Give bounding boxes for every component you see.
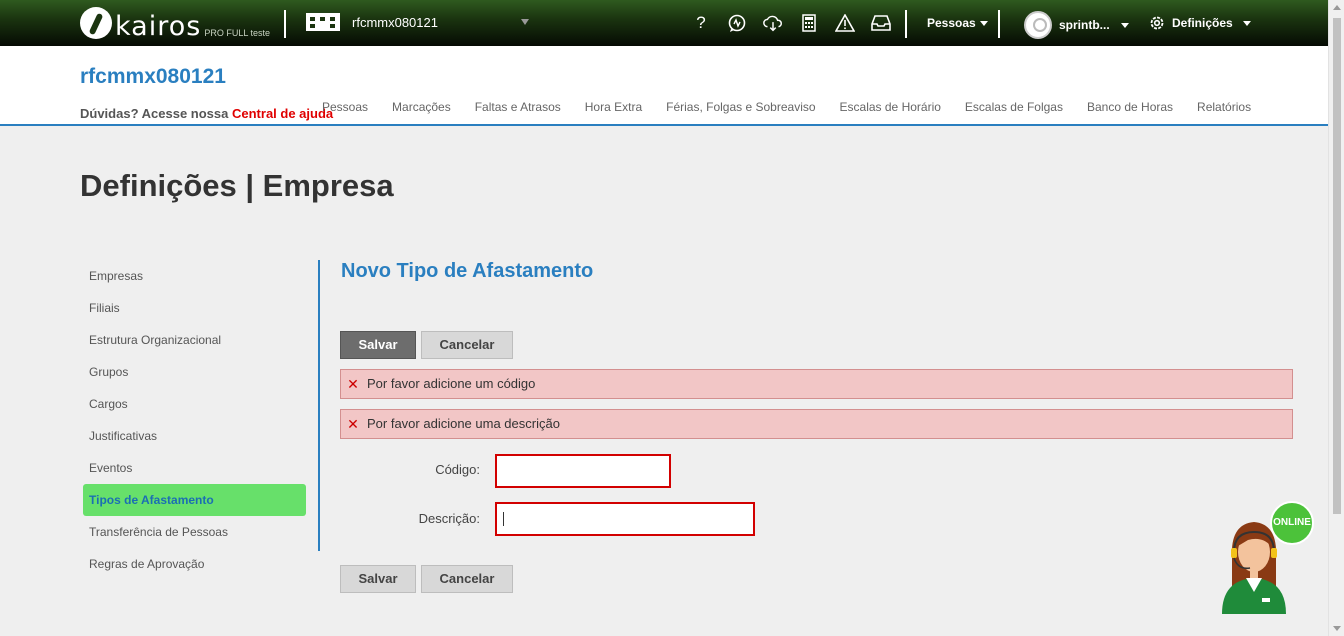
error-alert-codigo: ✕ Por favor adicione um código bbox=[340, 369, 1293, 399]
definicoes-menu[interactable]: Definições bbox=[1148, 14, 1251, 32]
company-selector[interactable]: rfcmmx080121 bbox=[306, 13, 438, 31]
scrollbar-thumb[interactable] bbox=[1333, 18, 1341, 514]
divider bbox=[998, 10, 1000, 38]
error-x-icon: ✕ bbox=[347, 376, 359, 392]
form-title: Novo Tipo de Afastamento bbox=[341, 260, 594, 282]
chevron-down-icon bbox=[1120, 22, 1129, 28]
chevron-down-icon bbox=[979, 21, 988, 27]
save-button-bottom[interactable]: Salvar bbox=[340, 565, 416, 593]
top-icon-bar: ? bbox=[690, 12, 892, 34]
gear-icon bbox=[1150, 16, 1164, 30]
help-center-link[interactable]: Central de ajuda bbox=[232, 106, 333, 121]
sidebar-item-filiais[interactable]: Filiais bbox=[83, 292, 306, 324]
warning-icon[interactable] bbox=[834, 12, 856, 34]
pessoas-menu[interactable]: Pessoas bbox=[927, 16, 988, 30]
company-dropdown-caret-icon[interactable] bbox=[521, 19, 529, 25]
sidebar-item-empresas[interactable]: Empresas bbox=[83, 260, 306, 292]
sidebar: Empresas Filiais Estrutura Organizaciona… bbox=[83, 260, 306, 580]
online-badge[interactable]: ONLINE bbox=[1270, 501, 1314, 545]
logo-text: kairos bbox=[115, 11, 202, 42]
nav-item-faltas-atrasos[interactable]: Faltas e Atrasos bbox=[475, 100, 561, 114]
sidebar-item-justificativas[interactable]: Justificativas bbox=[83, 420, 306, 452]
nav-item-marcacoes[interactable]: Marcações bbox=[392, 100, 451, 114]
pessoas-menu-label: Pessoas bbox=[927, 16, 976, 30]
user-menu[interactable]: sprintb... bbox=[1024, 11, 1129, 39]
kairos-logo-mark-icon bbox=[80, 7, 112, 39]
text-cursor bbox=[503, 512, 504, 526]
top-bar: kairos PRO FULL teste rfcmmx080121 ? Pes… bbox=[0, 0, 1328, 46]
nav-item-ferias-folgas[interactable]: Férias, Folgas e Sobreaviso bbox=[666, 100, 815, 114]
sidebar-item-regras-aprovacao[interactable]: Regras de Aprovação bbox=[83, 548, 306, 580]
sidebar-item-tipos-afastamento[interactable]: Tipos de Afastamento bbox=[83, 484, 306, 516]
descricao-label: Descrição: bbox=[418, 511, 480, 526]
codigo-field[interactable] bbox=[495, 454, 671, 488]
nav-item-banco-horas[interactable]: Banco de Horas bbox=[1087, 100, 1173, 114]
codigo-label: Código: bbox=[435, 462, 480, 477]
company-building-icon bbox=[306, 13, 340, 31]
page-title: Definições | Empresa bbox=[80, 168, 394, 203]
save-button-top[interactable]: Salvar bbox=[340, 331, 416, 359]
divider bbox=[905, 10, 907, 38]
logo-subtitle: PRO FULL teste bbox=[204, 28, 271, 38]
cloud-download-icon[interactable] bbox=[762, 12, 784, 34]
nav-item-escalas-folgas[interactable]: Escalas de Folgas bbox=[965, 100, 1063, 114]
scroll-down-arrow-icon[interactable] bbox=[1333, 626, 1341, 631]
error-x-icon: ✕ bbox=[347, 416, 359, 432]
sidebar-divider bbox=[318, 260, 320, 551]
sidebar-item-grupos[interactable]: Grupos bbox=[83, 356, 306, 388]
error-message: Por favor adicione uma descrição bbox=[367, 416, 560, 431]
descricao-field[interactable] bbox=[495, 502, 755, 536]
company-selector-label: rfcmmx080121 bbox=[352, 14, 438, 30]
scroll-up-arrow-icon[interactable] bbox=[1333, 5, 1341, 10]
nav-item-hora-extra[interactable]: Hora Extra bbox=[585, 100, 642, 114]
sub-header: rfcmmx080121 Dúvidas? Acesse nossa Centr… bbox=[0, 46, 1328, 126]
inbox-icon[interactable] bbox=[870, 12, 892, 34]
avatar bbox=[1024, 11, 1052, 39]
company-title: rfcmmx080121 bbox=[80, 65, 226, 88]
main-nav: Pessoas Marcações Faltas e Atrasos Hora … bbox=[322, 100, 1275, 114]
calculator-icon[interactable] bbox=[798, 12, 820, 34]
cancel-button-bottom[interactable]: Cancelar bbox=[421, 565, 513, 593]
sidebar-item-estrutura-organizacional[interactable]: Estrutura Organizacional bbox=[83, 324, 306, 356]
definicoes-menu-label: Definições bbox=[1172, 16, 1233, 30]
cancel-button-top[interactable]: Cancelar bbox=[421, 331, 513, 359]
kairos-logo[interactable]: kairos PRO FULL teste bbox=[80, 4, 270, 42]
help-icon[interactable]: ? bbox=[690, 12, 712, 34]
nav-item-pessoas[interactable]: Pessoas bbox=[322, 100, 368, 114]
nav-item-relatorios[interactable]: Relatórios bbox=[1197, 100, 1251, 114]
chat-icon[interactable] bbox=[726, 12, 748, 34]
sidebar-item-eventos[interactable]: Eventos bbox=[83, 452, 306, 484]
error-message: Por favor adicione um código bbox=[367, 376, 536, 391]
sidebar-item-cargos[interactable]: Cargos bbox=[83, 388, 306, 420]
help-prefix: Dúvidas? Acesse nossa bbox=[80, 106, 229, 121]
help-text: Dúvidas? Acesse nossa Central de ajuda bbox=[80, 106, 333, 121]
sidebar-item-transferencia-pessoas[interactable]: Transferência de Pessoas bbox=[83, 516, 306, 548]
error-alert-descricao: ✕ Por favor adicione uma descrição bbox=[340, 409, 1293, 439]
divider bbox=[284, 10, 286, 38]
nav-item-escalas-horario[interactable]: Escalas de Horário bbox=[840, 100, 941, 114]
chevron-down-icon bbox=[1242, 20, 1251, 26]
vertical-scrollbar[interactable] bbox=[1328, 0, 1344, 636]
user-menu-label: sprintb... bbox=[1059, 18, 1110, 32]
